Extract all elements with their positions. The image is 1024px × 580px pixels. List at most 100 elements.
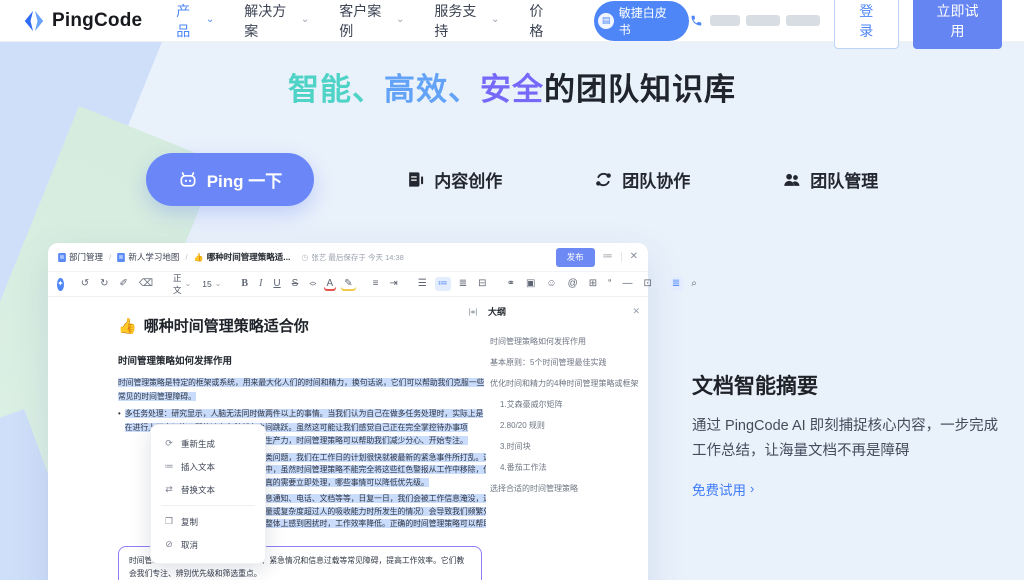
feature-description: 通过 PingCode AI 即刻捕捉核心内容，一步完成工作总结，让海量文档不再… xyxy=(692,414,1012,465)
doc-info-icon[interactable]: ≔ xyxy=(603,252,613,262)
redo-icon[interactable]: ↻ xyxy=(97,277,111,291)
editor-topbar: 部门管理 / 新人学习地图 / 👍 哪种时间管理策略适... ◷ 张艺 最后保存… xyxy=(48,243,648,271)
clear-format-icon[interactable]: ⌫ xyxy=(136,277,156,291)
outline-item[interactable]: 基本原则：5个时间管理最佳实践 xyxy=(490,352,640,373)
strikethrough-icon[interactable]: S xyxy=(289,277,302,291)
paragraph-style-select[interactable]: 正文⌄ xyxy=(170,270,194,298)
tab-collaboration[interactable]: 团队协作 xyxy=(594,167,690,192)
feature-title: 文档智能摘要 xyxy=(692,370,1012,400)
breadcrumb-item[interactable]: 新人学习地图 xyxy=(117,251,179,263)
outline-toggle-icon[interactable]: ≣ xyxy=(669,277,683,291)
document-icon xyxy=(117,253,125,262)
close-icon[interactable]: ✕ xyxy=(632,306,640,317)
pingcode-logo[interactable]: PingCode xyxy=(22,9,142,33)
document-line: 整体上感到困扰时，工作效率降低。正确的时间管理策略可以帮助我们 xyxy=(265,518,486,531)
trial-button[interactable]: 立即试用 xyxy=(913,0,1002,49)
font-color-icon[interactable]: A xyxy=(324,277,337,291)
nav-item-customers[interactable]: 客户案例 ⌄ xyxy=(339,1,404,41)
document-line: 真的需要立即处理，哪些事情可以降低优先级。 xyxy=(265,477,486,490)
emoji-icon[interactable]: ☺ xyxy=(543,277,559,291)
whitepaper-badge[interactable]: ▤ 敏捷白皮书 xyxy=(594,1,688,41)
collapse-list-icon[interactable]: ⊟ xyxy=(475,277,489,291)
chevron-down-icon: ⌄ xyxy=(301,15,309,25)
link-icon[interactable]: ⚭ xyxy=(504,277,518,291)
free-trial-link[interactable]: 免费试用 › xyxy=(692,479,754,499)
chevron-down-icon: ⌄ xyxy=(396,15,404,25)
breadcrumb-current[interactable]: 👍 哪种时间管理策略适... xyxy=(194,251,291,263)
format-painter-icon[interactable]: ✐ xyxy=(116,277,130,291)
quote-icon[interactable]: “ xyxy=(605,277,614,291)
hero-section: 智能、高效、安全的团队知识库 Ping 一下 内容创作 xyxy=(0,64,1024,206)
nav-item-label: 服务支持 xyxy=(434,1,488,41)
align-justify-icon[interactable]: ≣ xyxy=(456,277,470,291)
divider-line-icon[interactable]: — xyxy=(620,277,636,291)
clock-icon: ◷ xyxy=(301,253,308,262)
feature-tabs: Ping 一下 内容创作 团队协作 xyxy=(0,153,1024,206)
hero-title-segment: 安全 xyxy=(480,72,544,107)
logo-text: PingCode xyxy=(52,10,142,32)
bold-icon[interactable]: B xyxy=(238,277,251,291)
redacted-phone-block xyxy=(786,15,820,26)
document-line: 息通知、电话、文档等等，日复一日，我们会被工作信息淹没，这种认 xyxy=(265,493,486,506)
thumbs-up-icon: 👍 xyxy=(118,317,137,335)
image-icon[interactable]: ▣ xyxy=(523,277,538,291)
menu-item-replace-text[interactable]: ⇄ 替换文本 xyxy=(151,478,265,501)
font-size-select[interactable]: 15⌄ xyxy=(199,277,224,291)
inline-code-icon[interactable]: <> xyxy=(306,279,318,290)
outline-item[interactable]: 选择合适的时间管理策略 xyxy=(490,478,640,499)
tab-ping[interactable]: Ping 一下 xyxy=(146,153,315,206)
insert-text-icon: ≔ xyxy=(164,461,174,472)
nav-item-support[interactable]: 服务支持 ⌄ xyxy=(434,1,499,41)
underline-icon[interactable]: U xyxy=(270,277,283,291)
undo-icon[interactable]: ↺ xyxy=(78,277,92,291)
publish-button[interactable]: 发布 xyxy=(556,248,595,267)
close-icon[interactable]: ✕ xyxy=(630,252,638,262)
nav-item-products[interactable]: 产品 ⌄ xyxy=(176,1,214,41)
thumbs-up-icon: 👍 xyxy=(194,253,204,262)
menu-item-cancel[interactable]: ⊘ 取消 xyxy=(151,533,265,556)
outline-item[interactable]: 时间管理策略如何发挥作用 xyxy=(490,331,640,352)
menu-item-regenerate[interactable]: ⟳ 重新生成 xyxy=(151,432,265,455)
document-line: 类问题，我们在工作日的计划很快就被最新的紧急事件所打乱。这些事 xyxy=(265,452,486,465)
ordered-list-icon[interactable]: ☰ xyxy=(415,277,430,291)
whitepaper-icon: ▤ xyxy=(598,13,613,29)
menu-item-insert-text[interactable]: ≔ 插入文本 xyxy=(151,455,265,478)
breadcrumb-item[interactable]: 部门管理 xyxy=(58,251,103,263)
search-icon[interactable]: ⌕ xyxy=(688,277,700,291)
ai-assistant-button[interactable]: ✦ xyxy=(57,278,64,291)
align-icon[interactable]: ≡ xyxy=(370,277,382,291)
nav-item-pricing[interactable]: 价格 xyxy=(529,1,556,41)
outline-item[interactable]: 优化时间和精力的4种时间管理策略或框架 xyxy=(490,373,640,394)
more-block-icon[interactable]: ⊡ xyxy=(641,277,655,291)
collapse-panel-icon[interactable] xyxy=(468,307,478,317)
topbar-actions: 发布 ≔ ✕ xyxy=(556,248,638,267)
collaboration-icon xyxy=(594,170,613,189)
bullet-list-icon[interactable]: ≔ xyxy=(435,277,451,291)
outline-item[interactable]: 2.80/20 规则 xyxy=(490,415,640,436)
outline-item[interactable]: 4.番茄工作法 xyxy=(490,457,640,478)
header-right: 登录 立即试用 xyxy=(689,0,1002,49)
redacted-phone-block xyxy=(746,15,780,26)
tab-label: Ping 一下 xyxy=(207,167,283,192)
nav-item-solutions[interactable]: 解决方案 ⌄ xyxy=(244,1,309,41)
highlight-icon[interactable]: ✎ xyxy=(341,277,355,291)
chevron-down-icon: ⌄ xyxy=(491,15,499,25)
indent-icon[interactable]: ⇥ xyxy=(386,277,400,291)
editor-toolbar: ✦↺↻✐⌫正文⌄15⌄BIUS<>A✎≡⇥☰≔≣⊟⚭▣☺@⊞“—⊡≣⌕ xyxy=(48,271,648,297)
tab-team-management[interactable]: 团队管理 xyxy=(782,167,878,192)
italic-icon[interactable]: I xyxy=(256,277,265,291)
outline-item[interactable]: 1.艾森豪威尔矩阵 xyxy=(490,394,640,415)
save-info: ◷ 张艺 最后保存于 今天 14:38 xyxy=(301,252,404,263)
login-button[interactable]: 登录 xyxy=(834,0,899,49)
copy-icon: ❐ xyxy=(164,516,174,527)
nav-item-label: 价格 xyxy=(529,1,556,41)
tab-label: 团队协作 xyxy=(622,167,690,192)
mention-icon[interactable]: @ xyxy=(565,277,581,291)
tab-content-creation[interactable]: 内容创作 xyxy=(406,167,502,192)
tab-label: 团队管理 xyxy=(810,167,878,192)
outline-item[interactable]: 3.时间块 xyxy=(490,436,640,457)
outline-panel: 大纲 ✕ 时间管理策略如何发挥作用 基本原则：5个时间管理最佳实践 优化时间和精… xyxy=(468,305,640,499)
hero-title: 智能、高效、安全的团队知识库 xyxy=(0,64,1024,109)
table-icon[interactable]: ⊞ xyxy=(586,277,600,291)
menu-item-copy[interactable]: ❐ 复制 xyxy=(151,510,265,533)
